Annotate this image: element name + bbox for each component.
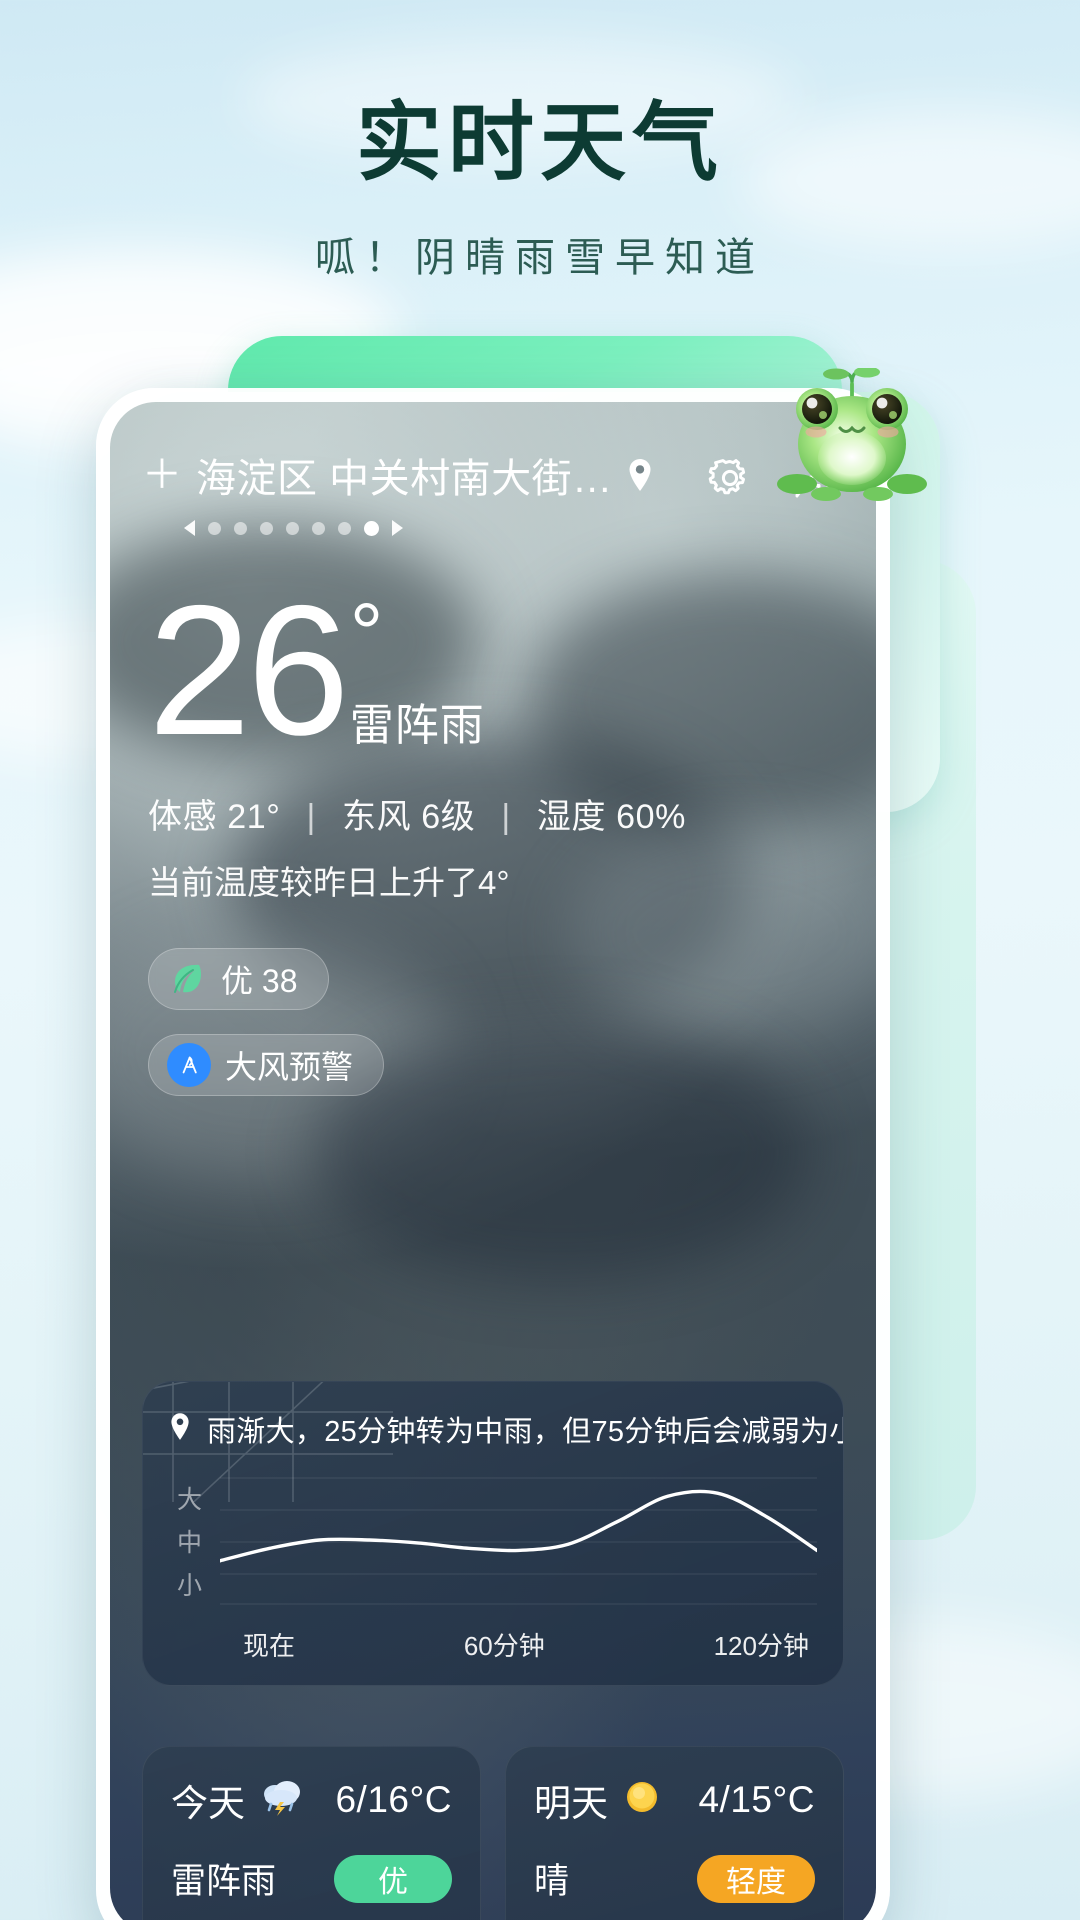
forecast-bottom-row: 雷阵雨 优 [171, 1853, 452, 1904]
gear-icon[interactable] [704, 452, 756, 504]
weather-app-screen: ＋ 海淀区 中关村南大街… 26 ° 雷阵雨 体感 21° | 东风 6级 | … [110, 402, 876, 1920]
wind-warning-pill[interactable]: 大风预警 [148, 1034, 385, 1097]
promo-text-block: 实时天气 呱！阴晴雨雪早知道 [0, 96, 1080, 283]
phone-frame: ＋ 海淀区 中关村南大街… 26 ° 雷阵雨 体感 21° | 东风 6级 | … [96, 388, 890, 1920]
forecast-top-row: 今天 6/16°C [171, 1773, 452, 1827]
temperature-row: 26 ° 雷阵雨 [148, 568, 876, 774]
add-city-icon[interactable]: ＋ [142, 455, 182, 495]
app-header: ＋ 海淀区 中关村南大街… [110, 402, 876, 536]
current-weather-block: 26 ° 雷阵雨 体感 21° | 东风 6级 | 湿度 60% 当前温度较昨日… [110, 536, 876, 1097]
pager-dot[interactable] [260, 521, 273, 535]
aqi-label: 优 38 [221, 963, 298, 1000]
pager-dot[interactable] [286, 521, 299, 535]
forecast-temp: 4/15°C [698, 1779, 815, 1820]
x-tick-now: 现在 [243, 1631, 296, 1661]
precipitation-line-chart [220, 1477, 817, 1605]
frog-mascot-icon [872, 1774, 876, 1898]
forecast-condition: 晴 [534, 1862, 570, 1901]
forecast-aqi-badge: 轻度 [697, 1854, 815, 1903]
forecast-temp: 6/16°C [335, 1779, 452, 1820]
leaf-icon [167, 959, 207, 999]
x-tick-60: 60分钟 [463, 1631, 545, 1661]
forecast-condition: 雷阵雨 [171, 1862, 277, 1901]
forecast-card-today[interactable]: 今天 6/16°C 雷阵雨 优 [142, 1746, 481, 1920]
temperature-delta-text: 当前温度较昨日上升了4° [148, 864, 510, 902]
current-temperature: 26 [148, 568, 350, 774]
x-tick-120: 120分钟 [713, 1631, 809, 1661]
location-pin-icon [627, 458, 653, 492]
forecast-day: 明天 [534, 1773, 662, 1827]
wind-warning-label: 大风预警 [225, 1049, 354, 1086]
forecast-day-label: 明天 [534, 1783, 608, 1824]
rain-summary-row: 雨渐大，25分钟转为中雨，但75分钟后会减弱为小雨 [169, 1408, 843, 1450]
pager-dot[interactable] [234, 521, 247, 535]
pager-dot-active[interactable] [364, 520, 379, 536]
degree-symbol: ° [349, 586, 384, 680]
frog-mascot-icon [770, 366, 934, 510]
sun-icon [622, 1777, 662, 1823]
metric-separator: | [306, 798, 316, 837]
forecast-top-row: 明天 4/15°C [534, 1773, 815, 1827]
weather-metrics: 体感 21° | 东风 6级 | 湿度 60% [148, 789, 876, 838]
aqi-pill[interactable]: 优 38 [148, 948, 329, 1011]
forecast-aqi-badge: 优 [334, 1854, 452, 1903]
thunderstorm-icon [259, 1777, 303, 1823]
chart-plot-area [220, 1476, 817, 1606]
rain-forecast-card[interactable]: 雨渐大，25分钟转为中雨，但75分钟后会减弱为小雨 大 中 小 现在 60分钟 … [142, 1381, 844, 1686]
city-pager[interactable] [142, 520, 653, 536]
wind-warning-icon [167, 1043, 211, 1088]
metric-wind: 东风 6级 [342, 798, 476, 837]
daily-forecast-row: 今天 6/16°C 雷阵雨 优 明天 4/15°C 晴 轻度 [142, 1746, 844, 1920]
metric-humidity: 湿度 60% [536, 798, 686, 837]
location-row[interactable]: ＋ 海淀区 中关村南大街… [142, 446, 653, 504]
location-pin-icon [169, 1412, 191, 1447]
chart-x-axis: 现在 60分钟 120分钟 [169, 1626, 817, 1663]
triangle-right-icon[interactable] [392, 520, 403, 536]
y-tick-large: 大 [177, 1486, 203, 1514]
metric-feels-like: 体感 21° [148, 798, 281, 837]
status-pills: 优 38 大风预警 [148, 948, 876, 1097]
pager-dot[interactable] [338, 521, 351, 535]
y-tick-medium: 中 [177, 1529, 203, 1557]
forecast-bottom-row: 晴 轻度 [534, 1853, 815, 1904]
metric-separator: | [501, 798, 511, 837]
temperature-side: ° 雷阵雨 [349, 586, 485, 753]
pager-dot[interactable] [312, 521, 325, 535]
precipitation-chart: 大 中 小 [169, 1476, 817, 1606]
forecast-day: 今天 [171, 1773, 303, 1827]
forecast-card-tomorrow[interactable]: 明天 4/15°C 晴 轻度 [505, 1746, 844, 1920]
page-subtitle: 呱！阴晴雨雪早知道 [315, 235, 765, 280]
y-tick-small: 小 [177, 1572, 203, 1600]
triangle-left-icon[interactable] [184, 520, 195, 536]
pager-dot[interactable] [208, 521, 221, 535]
page-title: 实时天气 [356, 95, 724, 191]
location-block[interactable]: ＋ 海淀区 中关村南大街… [142, 446, 653, 536]
forecast-day-label: 今天 [171, 1783, 245, 1824]
current-condition: 雷阵雨 [349, 701, 485, 751]
chart-y-axis: 大 中 小 [169, 1476, 220, 1606]
rain-summary-text: 雨渐大，25分钟转为中雨，但75分钟后会减弱为小雨 [207, 1416, 844, 1448]
location-name[interactable]: 海淀区 中关村南大街… [196, 446, 613, 504]
